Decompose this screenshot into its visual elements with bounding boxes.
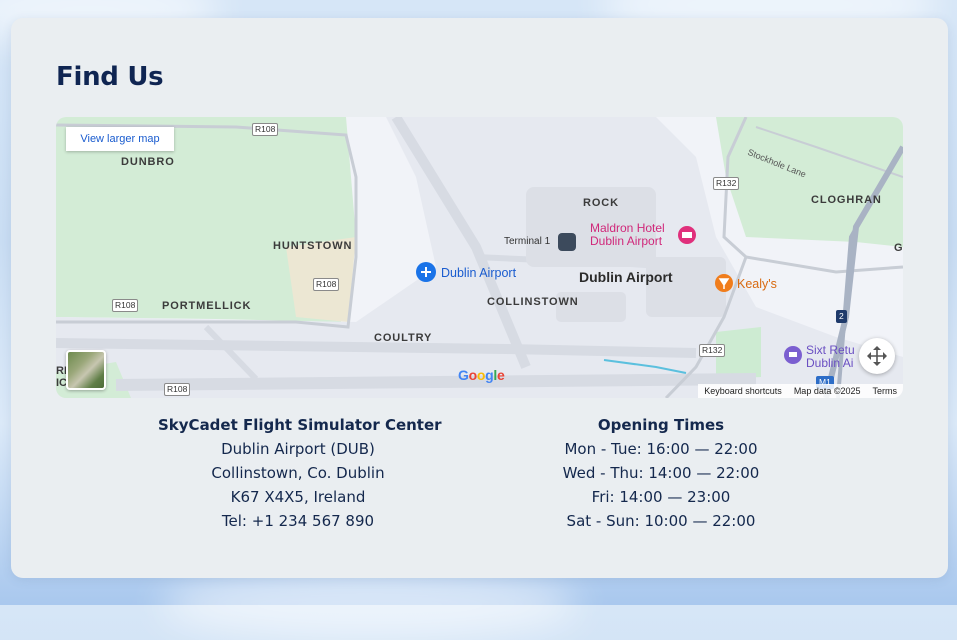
opening-times-row: Mon - Tue: 16:00 — 22:00 xyxy=(564,440,758,458)
opening-times-row: Wed - Thu: 14:00 — 22:00 xyxy=(562,464,760,482)
page-title: Find Us xyxy=(56,62,164,92)
google-logo: Google xyxy=(458,367,505,383)
poi-maldron-line1: Maldron Hotel xyxy=(590,221,665,235)
place-label-huntstown: HUNTSTOWN xyxy=(273,240,353,252)
google-logo-letter: o xyxy=(476,367,486,383)
google-logo-letter: e xyxy=(496,367,505,383)
poi-terminal1-label[interactable]: Terminal 1 xyxy=(504,236,550,247)
view-larger-map-button[interactable]: View larger map xyxy=(66,127,174,151)
road-sign-junction: 2 xyxy=(836,310,847,323)
place-label-partial: G xyxy=(894,242,903,254)
google-logo-letter: o xyxy=(468,367,478,383)
map-attribution-bar: Keyboard shortcuts Map data ©2025 Terms xyxy=(698,384,903,398)
place-label-cloghran: CLOGHRAN xyxy=(811,194,882,206)
address-line: K67 X4X5, Ireland xyxy=(230,488,366,506)
keyboard-shortcuts-link[interactable]: Keyboard shortcuts xyxy=(704,386,782,396)
expand-arrows-icon xyxy=(867,346,887,366)
road-sign-r132: R132 xyxy=(699,344,726,357)
address-line: Dublin Airport (DUB) xyxy=(221,440,375,458)
poi-maldron-line2: Dublin Airport xyxy=(590,234,663,248)
road-sign-r108: R108 xyxy=(112,299,139,312)
google-logo-letter: G xyxy=(458,367,469,383)
terms-link[interactable]: Terms xyxy=(873,386,898,396)
poi-sixt-label[interactable]: Sixt Retu Dublin Ai xyxy=(806,344,855,370)
map-data-credit: Map data ©2025 xyxy=(793,386,861,396)
find-us-card: Find Us DUNBRO HUNTSTOWN PORTMELLICK COU… xyxy=(11,18,948,578)
fullscreen-button[interactable] xyxy=(859,338,895,374)
place-label-collinstown: COLLINSTOWN xyxy=(487,296,579,308)
place-label-portmellick: PORTMELLICK xyxy=(162,300,252,312)
poi-dublin-airport-label[interactable]: Dublin Airport xyxy=(441,266,516,280)
place-label-rock: ROCK xyxy=(583,197,619,209)
opening-times-block: Opening Times Mon - Tue: 16:00 — 22:00 W… xyxy=(541,413,781,533)
place-label-dublin-airport: Dublin Airport xyxy=(579,269,673,285)
phone-number: Tel: +1 234 567 890 xyxy=(221,512,375,530)
road-sign-r108: R108 xyxy=(164,383,191,396)
poi-maldron-label[interactable]: Maldron Hotel Dublin Airport xyxy=(590,222,665,248)
road-sign-r108: R108 xyxy=(252,123,279,136)
poi-kealys-label[interactable]: Kealy's xyxy=(737,277,777,291)
road-sign-r108: R108 xyxy=(313,278,340,291)
opening-times-title: Opening Times xyxy=(597,416,725,434)
address-line: Collinstown, Co. Dublin xyxy=(211,464,385,482)
center-name: SkyCadet Flight Simulator Center xyxy=(158,416,442,434)
poi-sixt-line1: Sixt Retu xyxy=(806,343,855,357)
satellite-toggle[interactable] xyxy=(66,350,106,390)
opening-times-row: Fri: 14:00 — 23:00 xyxy=(591,488,731,506)
cloud-decoration xyxy=(160,570,580,640)
address-block: SkyCadet Flight Simulator Center Dublin … xyxy=(158,413,442,533)
opening-times-row: Sat - Sun: 10:00 — 22:00 xyxy=(566,512,756,530)
poi-sixt-line2: Dublin Ai xyxy=(806,356,854,370)
place-label-dunbro: DUNBRO xyxy=(121,156,175,168)
place-label-coultry: COULTRY xyxy=(374,332,433,344)
map-embed[interactable]: DUNBRO HUNTSTOWN PORTMELLICK COULTRY COL… xyxy=(56,117,903,398)
road-sign-r132: R132 xyxy=(713,177,740,190)
